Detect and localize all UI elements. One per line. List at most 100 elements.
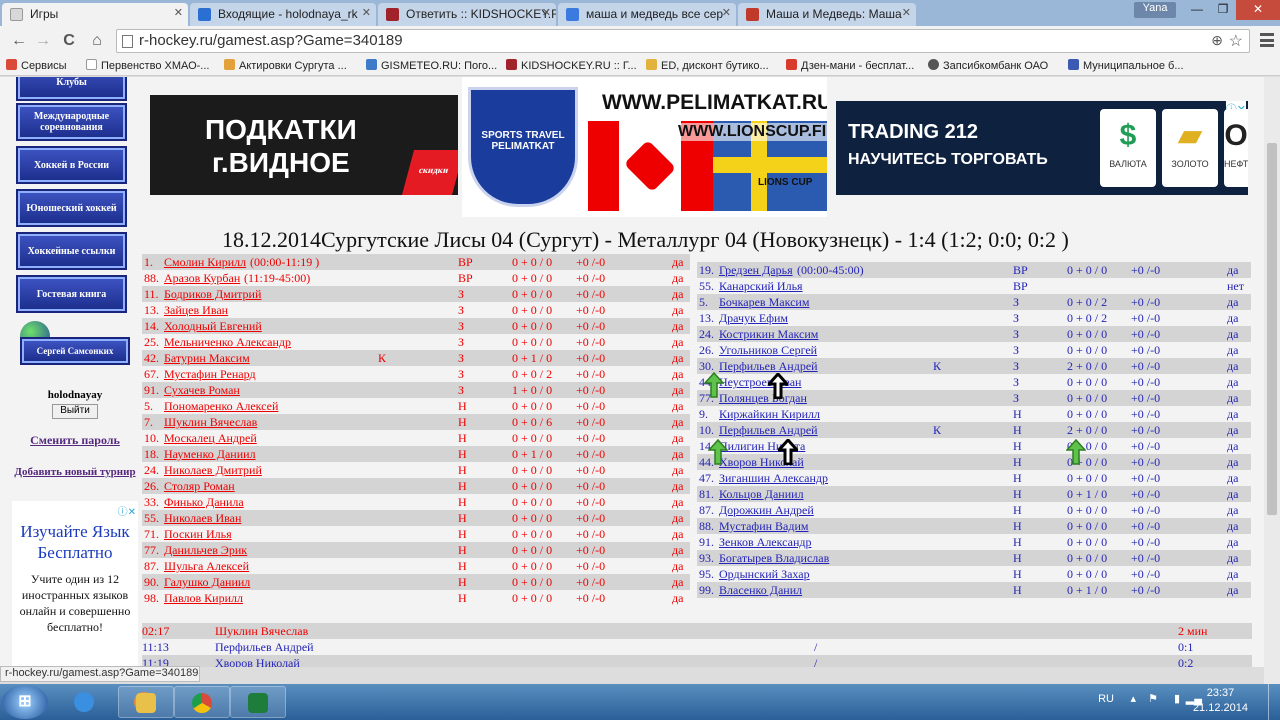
- bookmark-zen-money[interactable]: Дзен-мани - бесплат...: [786, 59, 914, 72]
- close-window-button[interactable]: ✕: [1236, 0, 1280, 20]
- language-ad[interactable]: ⓘ✕ Изучайте Язык Бесплатно Учите один из…: [12, 501, 138, 667]
- close-icon[interactable]: ✕: [362, 6, 371, 19]
- sidebar-item-links[interactable]: Хоккейные ссылки: [18, 234, 125, 268]
- player-name-link[interactable]: Перфильев Андрей: [719, 358, 818, 374]
- player-name-link[interactable]: Зенков Александр: [719, 534, 811, 550]
- player-name-link[interactable]: Шуклин Вячеслав: [164, 414, 257, 430]
- tab-google-search[interactable]: маша и медведь все сер ✕: [558, 3, 736, 26]
- player-name-link[interactable]: Смолин Кирилл: [164, 254, 246, 270]
- player-name-link[interactable]: Канарский Илья: [719, 278, 803, 294]
- address-bar[interactable]: r-hockey.ru/gamest.asp?Game=340189 ⊕ ☆: [116, 29, 1250, 53]
- bookmark-gismeteo[interactable]: GISMETEO.RU: Пого...: [366, 59, 497, 72]
- tab-games[interactable]: Игры ✕: [2, 3, 188, 26]
- scrollbar-thumb[interactable]: [1267, 143, 1277, 515]
- player-name-link[interactable]: Неустроев Иван: [719, 374, 801, 390]
- player-name-link[interactable]: Мустафин Ренард: [164, 366, 256, 382]
- trading-banner[interactable]: ⓘ✕ TRADING 212 НАУЧИТЕСЬ ТОРГОВАТЬ $ВАЛЮ…: [836, 101, 1248, 195]
- clock[interactable]: 23:37 21.12.2014: [1193, 686, 1248, 716]
- tray-arrow-icon[interactable]: ▴: [1130, 692, 1136, 705]
- player-name-link[interactable]: Зайцев Иван: [164, 302, 228, 318]
- back-button[interactable]: ←: [8, 30, 30, 52]
- player-name-link[interactable]: Дорожкин Андрей: [719, 502, 814, 518]
- close-icon[interactable]: ✕: [902, 6, 911, 19]
- player-name-link[interactable]: Гредзен Дарья: [719, 262, 793, 278]
- reload-button[interactable]: C: [58, 30, 80, 52]
- change-password-link[interactable]: Сменить пароль: [0, 433, 150, 448]
- player-name-link[interactable]: Данильчев Эрик: [164, 542, 247, 558]
- player-name-link[interactable]: Столяр Роман: [164, 478, 235, 494]
- player-name-link[interactable]: Поскин Илья: [164, 526, 232, 542]
- taskbar-ie[interactable]: [56, 686, 112, 718]
- taskbar-chrome[interactable]: [174, 686, 230, 718]
- player-name-link[interactable]: Киржайкин Кирилл: [719, 406, 820, 422]
- player-name-link[interactable]: Мельниченко Александр: [164, 334, 291, 350]
- player-name-link[interactable]: Николаев Иван: [164, 510, 241, 526]
- player-name-link[interactable]: Власенко Данил: [719, 582, 802, 598]
- forward-button[interactable]: →: [32, 30, 54, 52]
- minimize-button[interactable]: —: [1184, 0, 1210, 20]
- player-name-link[interactable]: Павлов Кирилл: [164, 590, 243, 606]
- close-icon[interactable]: ✕: [174, 6, 183, 19]
- restore-button[interactable]: ❐: [1210, 0, 1236, 20]
- user-profile-button[interactable]: Сергей Самсонких: [22, 339, 128, 363]
- sidebar-item-youth[interactable]: Юношеский хоккей: [18, 191, 125, 225]
- show-desktop-button[interactable]: [1268, 684, 1280, 720]
- battery-icon[interactable]: ▮: [1174, 692, 1180, 705]
- player-name-link[interactable]: Пономаренко Алексей: [164, 398, 278, 414]
- player-name-link[interactable]: Кострикин Максим: [719, 326, 818, 342]
- star-icon[interactable]: ☆: [1229, 31, 1243, 51]
- player-name-link[interactable]: Финько Данила: [164, 494, 244, 510]
- bookmark-services[interactable]: Сервисы: [6, 59, 67, 72]
- player-name-link[interactable]: Мустафин Вадим: [719, 518, 808, 534]
- close-icon[interactable]: ✕: [542, 6, 551, 19]
- player-name-link[interactable]: Бодриков Дмитрий: [164, 286, 261, 302]
- page-scrollbar[interactable]: [1264, 77, 1280, 684]
- bookmark-khmao[interactable]: Первенство ХМАО-...: [86, 59, 209, 72]
- player-name-link[interactable]: Шульга Алексей: [164, 558, 249, 574]
- taskbar-explorer[interactable]: [118, 686, 174, 718]
- player-name-link[interactable]: Кольцов Даниил: [719, 486, 804, 502]
- bookmark-kidshockey[interactable]: KIDSHOCKEY.RU :: Г...: [506, 59, 637, 72]
- flag-icon[interactable]: ⚑: [1148, 692, 1158, 705]
- taskbar-excel[interactable]: [230, 686, 286, 718]
- player-name-link[interactable]: Бочкарев Максим: [719, 294, 809, 310]
- player-name-link[interactable]: Зиганшин Александр: [719, 470, 828, 486]
- home-button[interactable]: ⌂: [86, 30, 108, 52]
- player-name-link[interactable]: Холодный Евгений: [164, 318, 262, 334]
- zoom-icon[interactable]: ⊕: [1211, 32, 1223, 49]
- bookmark-bank[interactable]: Запсибкомбанк ОАО: [928, 59, 1048, 72]
- close-icon[interactable]: ✕: [722, 6, 731, 19]
- player-name-link[interactable]: Науменко Даниил: [164, 446, 256, 462]
- player-name-link[interactable]: Николаев Дмитрий: [164, 462, 262, 478]
- player-name-link[interactable]: Галушко Даниил: [164, 574, 250, 590]
- player-name-link[interactable]: Богатырев Владислав: [719, 550, 829, 566]
- podkatki-banner[interactable]: ПОДКАТКИ г.ВИДНОЕ скидки: [150, 95, 458, 195]
- profile-badge[interactable]: Yana: [1134, 2, 1176, 18]
- player-name-link[interactable]: Батурин Максим: [164, 350, 250, 366]
- tab-masha[interactable]: Маша и Медведь: Маша ✕: [738, 3, 916, 26]
- menu-icon[interactable]: [1260, 33, 1274, 47]
- language-indicator[interactable]: RU: [1098, 693, 1114, 705]
- bookmark-ed[interactable]: ED, дисконт бутико...: [646, 59, 769, 72]
- player-name-link[interactable]: Драчук Ефим: [719, 310, 788, 326]
- tab-kidshockey[interactable]: Ответить :: KIDSHOCKEY.R ✕: [378, 3, 556, 26]
- player-name-link[interactable]: Полянцев Богдан: [719, 390, 807, 406]
- player-name-link[interactable]: Ордынский Захар: [719, 566, 810, 582]
- sidebar-item-guestbook[interactable]: Гостевая книга: [18, 277, 125, 311]
- logout-button[interactable]: Выйти: [52, 404, 98, 419]
- bookmark-municipal[interactable]: Муниципальное б...: [1068, 59, 1184, 72]
- start-button[interactable]: ⊞: [2, 685, 48, 719]
- sidebar-item-international[interactable]: Международные соревнования: [18, 105, 125, 139]
- ad-info-icon[interactable]: ⓘ✕: [118, 503, 136, 518]
- player-name-link[interactable]: Угольников Сергей: [719, 342, 817, 358]
- player-name-link[interactable]: Москалец Андрей: [164, 430, 257, 446]
- add-tournament-link[interactable]: Добавить новый турнир: [0, 466, 150, 478]
- tab-inbox[interactable]: Входящие - holodnaya_rk ✕: [190, 3, 376, 26]
- player-name-link[interactable]: Аразов Курбан: [164, 270, 240, 286]
- bookmark-surgut[interactable]: Актировки Сургута ...: [224, 59, 347, 72]
- player-name-link[interactable]: Перфильев Андрей: [719, 422, 818, 438]
- sidebar-item-russia[interactable]: Хоккей в России: [18, 148, 125, 182]
- pelimatkat-banner[interactable]: SPORTS TRAVEL PELIMATKAT WWW.PELIMATKAT.…: [462, 77, 827, 217]
- player-name-link[interactable]: Сухачев Роман: [164, 382, 240, 398]
- sidebar-item-clubs[interactable]: Клубы: [18, 77, 125, 99]
